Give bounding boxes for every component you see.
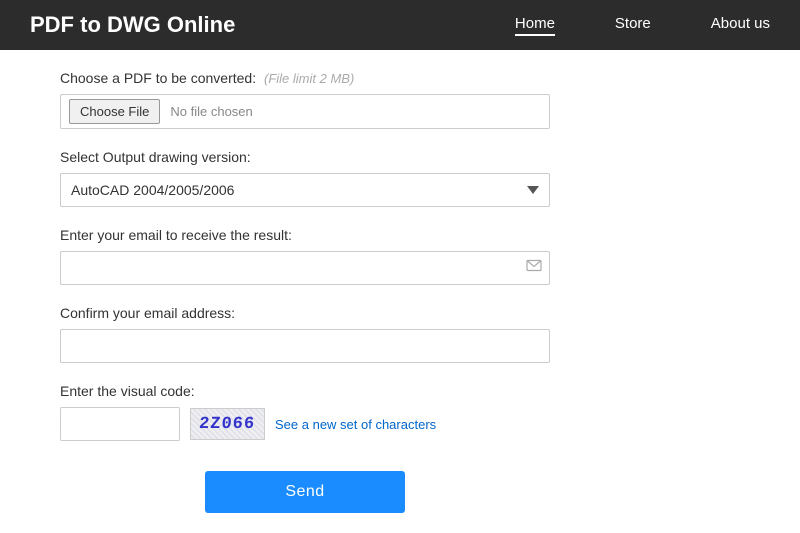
captcha-text: 2Z066 xyxy=(199,415,257,434)
email-icon xyxy=(526,258,542,279)
nav-home[interactable]: Home xyxy=(515,15,555,36)
output-version-select[interactable]: AutoCAD 2004/2005/2006 AutoCAD 2007/2008… xyxy=(60,173,550,207)
email-input-wrapper xyxy=(60,251,550,285)
confirm-email-label: Confirm your email address: xyxy=(60,305,740,321)
nav-store[interactable]: Store xyxy=(615,15,651,36)
file-upload-group: Choose a PDF to be converted: (File limi… xyxy=(60,70,740,129)
visual-code-group: Enter the visual code: 2Z066 See a new s… xyxy=(60,383,740,441)
nav: Home Store About us xyxy=(515,15,770,36)
confirm-email-input[interactable] xyxy=(60,329,550,363)
file-chosen-text: No file chosen xyxy=(170,104,252,119)
email-input[interactable] xyxy=(60,251,550,285)
visual-code-input[interactable] xyxy=(60,407,180,441)
captcha-image: 2Z066 xyxy=(190,408,265,440)
visual-code-wrapper: 2Z066 See a new set of characters xyxy=(60,407,740,441)
main-content: Choose a PDF to be converted: (File limi… xyxy=(0,50,800,533)
file-label: Choose a PDF to be converted: (File limi… xyxy=(60,70,740,86)
app-title: PDF to DWG Online xyxy=(30,12,515,38)
email-label: Enter your email to receive the result: xyxy=(60,227,740,243)
send-button[interactable]: Send xyxy=(205,471,405,513)
file-input-wrapper: Choose File No file chosen xyxy=(60,94,550,129)
see-new-characters-link[interactable]: See a new set of characters xyxy=(275,417,436,432)
nav-about[interactable]: About us xyxy=(711,15,770,36)
choose-file-button[interactable]: Choose File xyxy=(69,99,160,124)
file-note: (File limit 2 MB) xyxy=(264,71,354,86)
header: PDF to DWG Online Home Store About us xyxy=(0,0,800,50)
visual-code-label: Enter the visual code: xyxy=(60,383,740,399)
send-button-wrapper: Send xyxy=(60,471,550,513)
output-version-group: Select Output drawing version: AutoCAD 2… xyxy=(60,149,740,207)
email-group: Enter your email to receive the result: xyxy=(60,227,740,285)
confirm-email-group: Confirm your email address: xyxy=(60,305,740,363)
output-label: Select Output drawing version: xyxy=(60,149,740,165)
